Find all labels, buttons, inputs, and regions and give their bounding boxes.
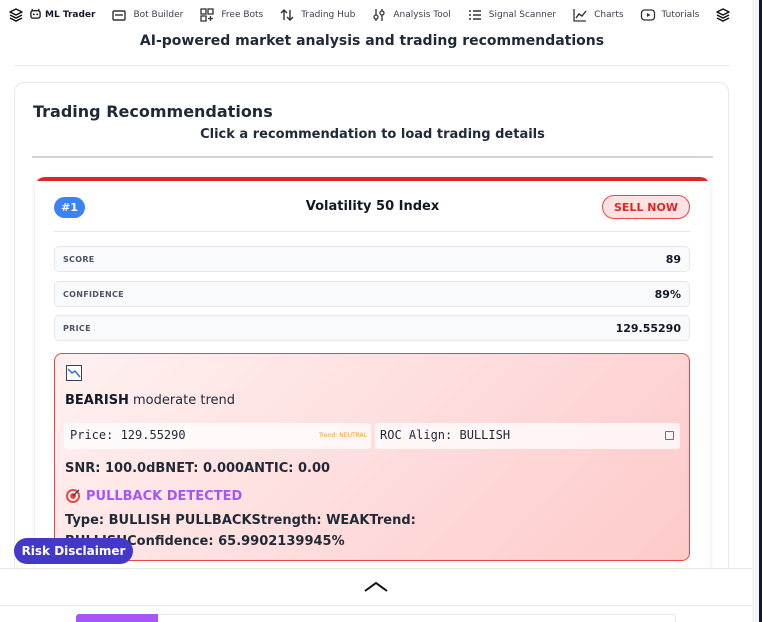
- nav-item-ml-trader[interactable]: ML Trader: [0, 0, 103, 30]
- roc-text: ROC Align: BULLISH: [380, 428, 511, 442]
- page: ML Trader Bot Builder Free Bots Trading …: [0, 0, 762, 622]
- divider: [54, 231, 690, 232]
- trend-summary: BEARISH moderate trend: [65, 393, 235, 408]
- recommendations-panel: Trading Recommendations Click a recommen…: [14, 82, 729, 602]
- card-accent-bar: [35, 177, 710, 181]
- nav-label: Charts: [594, 10, 624, 20]
- list-icon: [467, 7, 483, 23]
- roc-field: ROC Align: BULLISH: [375, 423, 680, 449]
- metric-price: PRICE 129.55290: [54, 315, 690, 341]
- price-field: Price: 129.55290 Trend: NEUTRAL: [64, 423, 371, 449]
- nav-label: Bot Builder: [133, 10, 184, 20]
- recommendation-card[interactable]: #1 Volatility 50 Index SELL NOW SCORE 89…: [35, 177, 710, 597]
- page-subtitle: AI-powered market analysis and trading r…: [139, 33, 605, 49]
- divider: [14, 65, 730, 66]
- bot-icon: [111, 7, 127, 23]
- trend-detail-row: Price: 129.55290 Trend: NEUTRAL ROC Alig…: [64, 423, 680, 449]
- risk-disclaimer-button[interactable]: Risk Disclaimer: [14, 538, 133, 564]
- panel-subtitle: Click a recommendation to load trading d…: [200, 127, 545, 142]
- bottom-tab-bar[interactable]: [76, 614, 676, 622]
- chevron-up-icon[interactable]: [363, 579, 389, 593]
- divider: [0, 605, 752, 606]
- metric-value: 89: [665, 252, 681, 266]
- chart-icon: [572, 7, 588, 23]
- metric-label: SCORE: [63, 254, 95, 264]
- metric-value: 89%: [654, 287, 681, 301]
- sell-now-button[interactable]: SELL NOW: [602, 195, 690, 219]
- panel-title: Trading Recommendations: [33, 102, 273, 121]
- chart-decreasing-icon: [66, 365, 82, 381]
- nav-label: Trading Hub: [301, 10, 356, 20]
- nav-item-trading-hub[interactable]: Trading Hub: [271, 0, 363, 30]
- nav-label: Tutorials: [661, 10, 700, 20]
- grid-plus-icon: [199, 7, 215, 23]
- metric-value: 129.55290: [615, 321, 681, 335]
- bottom-drawer: [0, 568, 752, 622]
- sliders-icon: [371, 7, 387, 23]
- play-icon: [640, 7, 656, 23]
- layers-icon: [715, 7, 731, 23]
- nav-item-bot-builder[interactable]: Bot Builder: [103, 0, 191, 30]
- snr-text: SNR: 100.0dBNET: 0.000ANTIC: 0.00: [65, 461, 331, 476]
- nav-item-tutorials[interactable]: Tutorials: [632, 0, 708, 30]
- nav-item-analysis-tool[interactable]: Analysis Tool: [363, 0, 458, 30]
- nav-label: Signal Scanner: [488, 10, 557, 20]
- layers-icon: [8, 7, 24, 23]
- arrows-icon: [279, 7, 295, 23]
- expand-icon[interactable]: [665, 431, 674, 440]
- bot-face-icon: [30, 8, 41, 22]
- metric-label: CONFIDENCE: [63, 289, 124, 299]
- nav-item-more[interactable]: [707, 0, 745, 30]
- bottom-tab-active[interactable]: [76, 614, 158, 622]
- metric-label: PRICE: [63, 323, 91, 333]
- nav-item-charts[interactable]: Charts: [564, 0, 631, 30]
- nav-label: ML Trader: [45, 10, 96, 20]
- nav-item-signal-scanner[interactable]: Signal Scanner: [459, 0, 564, 30]
- price-text: Price: 129.55290: [70, 428, 186, 442]
- metric-score: SCORE 89: [54, 246, 690, 272]
- pullback-indicator: PULLBACK DETECTED: [65, 488, 242, 504]
- scrollbar[interactable]: [752, 0, 762, 622]
- trend-description: moderate trend: [132, 393, 236, 408]
- top-nav: ML Trader Bot Builder Free Bots Trading …: [0, 0, 752, 30]
- divider: [32, 156, 713, 158]
- trend-tag: Trend: NEUTRAL: [318, 432, 367, 439]
- nav-item-free-bots[interactable]: Free Bots: [191, 0, 271, 30]
- metric-confidence: CONFIDENCE 89%: [54, 281, 690, 307]
- nav-label: Free Bots: [221, 10, 264, 20]
- nav-label: Analysis Tool: [393, 10, 451, 20]
- trend-analysis-box: BEARISH moderate trend Price: 129.55290 T…: [54, 353, 690, 561]
- pullback-details: Type: BULLISH PULLBACKStrength: WEAKTren…: [65, 513, 416, 549]
- pullback-label: PULLBACK DETECTED: [86, 488, 243, 504]
- target-icon: [65, 488, 81, 504]
- trend-direction: BEARISH: [65, 393, 129, 408]
